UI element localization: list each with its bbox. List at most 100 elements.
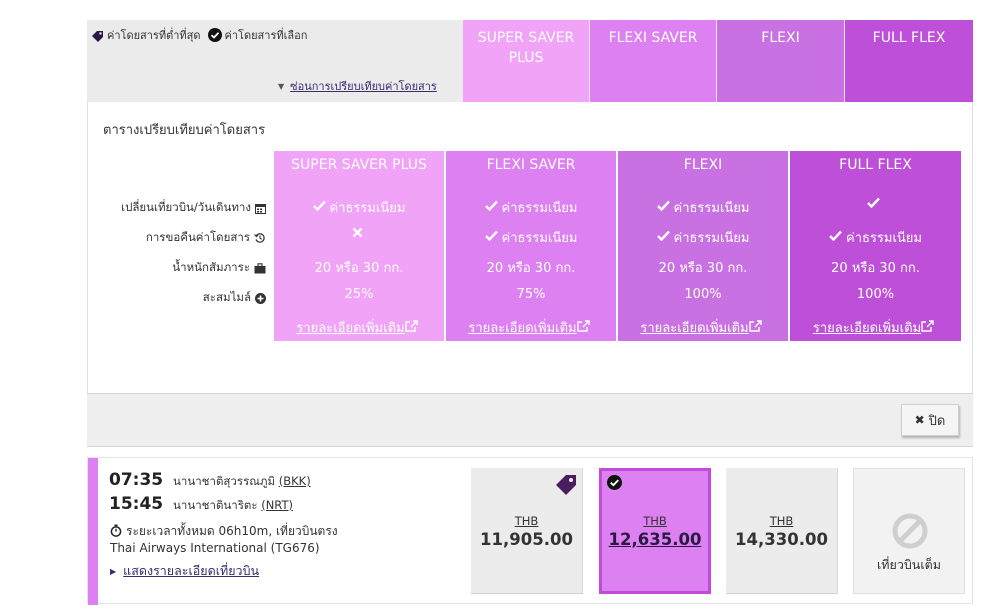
price-currency: THB <box>514 514 539 528</box>
miles-value: 75% <box>516 287 546 302</box>
change-cell: ค่าธรรมเนียม <box>618 197 788 218</box>
refund-cell: ค่าธรรมเนียม <box>790 227 961 248</box>
column-title: FULL FLEX <box>839 157 912 173</box>
change-cell: ค่าธรรมเนียม <box>274 197 444 218</box>
change-cell: ค่าธรรมเนียม <box>446 197 616 218</box>
more-details-label[interactable]: รายละเอียดเพิ่มเติม <box>468 317 576 338</box>
fare-comparison-panel: ตารางเปรียบเทียบค่าโดยสาร เปลี่ยนเที่ยวบ… <box>87 102 973 393</box>
miles-value: 100% <box>856 287 895 302</box>
column-title: SUPER SAVER PLUS <box>291 157 427 173</box>
more-details-link[interactable]: รายละเอียดเพิ่มเติม <box>446 317 616 338</box>
check-icon <box>484 200 502 215</box>
fare-header-flexi: FLEXI <box>717 20 844 102</box>
legend-lowest-fare: ค่าโดยสารที่ต่ำที่สุด <box>91 26 201 44</box>
more-details-label[interactable]: รายละเอียดเพิ่มเติม <box>813 317 921 338</box>
briefcase-icon <box>254 262 266 274</box>
column-title: FLEXI <box>683 157 723 173</box>
change-value: ค่าธรรมเนียม <box>501 201 578 216</box>
miles-value: 25% <box>344 287 374 302</box>
price-currency: THB <box>769 514 794 528</box>
price-currency: THB <box>643 514 667 528</box>
flight-duration-text: ระยะเวลาทั้งหมด 06h10m, เที่ยวบินตรง <box>126 524 338 538</box>
close-icon: ✖ <box>914 413 925 427</box>
refund-cell: ค่าธรรมเนียม <box>446 227 616 248</box>
row-label-refund: การขอคืนค่าโดยสาร <box>146 229 266 247</box>
check-icon <box>312 200 330 215</box>
miles-value: 100% <box>684 287 722 302</box>
arrival-airport-code[interactable]: (NRT) <box>261 498 293 512</box>
cross-icon <box>352 227 367 242</box>
comparison-footer: ✖ ปิด <box>87 393 973 447</box>
legend-selected-fare: ค่าโดยสารที่เลือก <box>207 26 307 44</box>
fare-header-full-flex: FULL FLEX <box>845 20 973 102</box>
refund-value: ค่าธรรมเนียม <box>673 231 750 246</box>
refund-icon <box>254 232 266 244</box>
external-link-icon <box>748 319 766 336</box>
change-cell <box>790 197 961 212</box>
price-tag-icon <box>91 29 104 42</box>
more-details-link[interactable]: รายละเอียดเพิ่มเติม <box>790 317 961 338</box>
fare-option-super-saver-plus[interactable]: THB 11,905.00 <box>471 468 583 594</box>
departure: 07:35 นานาชาติสุวรรณภูมิ (BKK) <box>109 470 311 491</box>
baggage-value: 20 หรือ 30 กก. <box>831 261 920 276</box>
flight-row-accent <box>88 458 98 605</box>
check-circle-icon <box>207 28 222 42</box>
departure-time: 07:35 <box>109 470 164 490</box>
close-button-label: ปิด <box>928 413 946 429</box>
more-details-link[interactable]: รายละเอียดเพิ่มเติม <box>274 317 444 338</box>
price-amount: 12,635.00 <box>608 530 702 549</box>
caret-down-icon: ▼ <box>278 81 285 91</box>
airline-flight-number: Thai Airways International (TG676) <box>110 541 320 555</box>
refund-value: ค่าธรรมเนียม <box>846 231 922 246</box>
departure-airport-code[interactable]: (BKK) <box>279 474 311 488</box>
hide-comparison-toggle[interactable]: ▼ ซ่อนการเปรียบเทียบค่าโดยสาร <box>278 77 437 95</box>
fare-option-flexi[interactable]: THB 14,330.00 <box>726 468 838 594</box>
row-label-change: เปลี่ยนเที่ยวบิน/วันเดินทาง <box>121 199 266 217</box>
flight-result-row: 07:35 นานาชาติสุวรรณภูมิ (BKK) 15:45 นาน… <box>87 457 973 605</box>
more-details-label[interactable]: รายละเอียดเพิ่มเติม <box>296 317 404 338</box>
fare-legend: ค่าโดยสารที่ต่ำที่สุด ค่าโดยสารที่เลือก <box>91 26 314 44</box>
row-label-baggage: น้ำหนักสัมภาระ <box>172 259 266 277</box>
close-button[interactable]: ✖ ปิด <box>901 404 959 436</box>
change-value: ค่าธรรมเนียม <box>329 201 406 216</box>
row-label-refund-text: การขอคืนค่าโดยสาร <box>145 230 250 244</box>
more-details-label[interactable]: รายละเอียดเพิ่มเติม <box>640 317 748 338</box>
change-value: ค่าธรรมเนียม <box>673 201 750 216</box>
sold-out-label: เที่ยวบินเต็ม <box>877 557 941 572</box>
selected-check-icon <box>607 475 622 494</box>
flight-details-link[interactable]: แสดงรายละเอียดเที่ยวบิน <box>123 561 259 581</box>
departure-airport: นานาชาติสุวรรณภูมิ <box>173 474 276 488</box>
row-label-change-text: เปลี่ยนเที่ยวบิน/วันเดินทาง <box>121 200 251 214</box>
not-available-icon <box>892 513 928 553</box>
row-label-miles-text: สะสมไมล์ <box>202 290 251 304</box>
baggage-value: 20 หรือ 30 กก. <box>314 261 404 276</box>
more-details-link[interactable]: รายละเอียดเพิ่มเติม <box>618 317 788 338</box>
flight-details-toggle[interactable]: ▶ แสดงรายละเอียดเที่ยวบิน <box>110 561 259 581</box>
column-title: FLEXI SAVER <box>486 157 576 173</box>
arrival-airport: นานาชาตินาริตะ <box>173 498 258 512</box>
row-label-baggage-text: น้ำหนักสัมภาระ <box>172 260 250 274</box>
refund-cell <box>274 227 444 242</box>
fare-option-full-flex-sold-out: เที่ยวบินเต็ม <box>853 468 965 594</box>
lowest-fare-tag-icon <box>554 473 578 501</box>
external-link-icon <box>921 319 938 336</box>
plus-circle-icon <box>255 292 266 304</box>
arrival-time: 15:45 <box>109 494 164 514</box>
comparison-title: ตารางเปรียบเทียบค่าโดยสาร <box>103 123 266 138</box>
check-icon <box>867 197 884 212</box>
hide-comparison-link[interactable]: ซ่อนการเปรียบเทียบค่าโดยสาร <box>290 77 437 95</box>
fare-column-full-flex: FULL FLEX ค่าธรรมเนียม 20 หรือ 30 กก. 10… <box>790 151 961 341</box>
fare-header-super-saver-plus: SUPER SAVER PLUS <box>463 20 589 102</box>
arrival: 15:45 นานาชาตินาริตะ (NRT) <box>109 494 293 515</box>
baggage-value: 20 หรือ 30 กก. <box>658 261 748 276</box>
flight-duration: ระยะเวลาทั้งหมด 06h10m, เที่ยวบินตรง <box>110 522 338 541</box>
check-icon <box>656 200 674 215</box>
fare-option-flexi-saver-selected[interactable]: THB 12,635.00 <box>599 468 711 594</box>
check-icon <box>829 230 846 245</box>
external-link-icon <box>576 319 594 336</box>
fare-header-flexi-saver: FLEXI SAVER <box>590 20 716 102</box>
row-label-miles: สะสมไมล์ <box>203 289 266 307</box>
caret-right-icon: ▶ <box>110 566 117 576</box>
price-amount: 11,905.00 <box>480 530 573 549</box>
baggage-value: 20 หรือ 30 กก. <box>486 261 576 276</box>
